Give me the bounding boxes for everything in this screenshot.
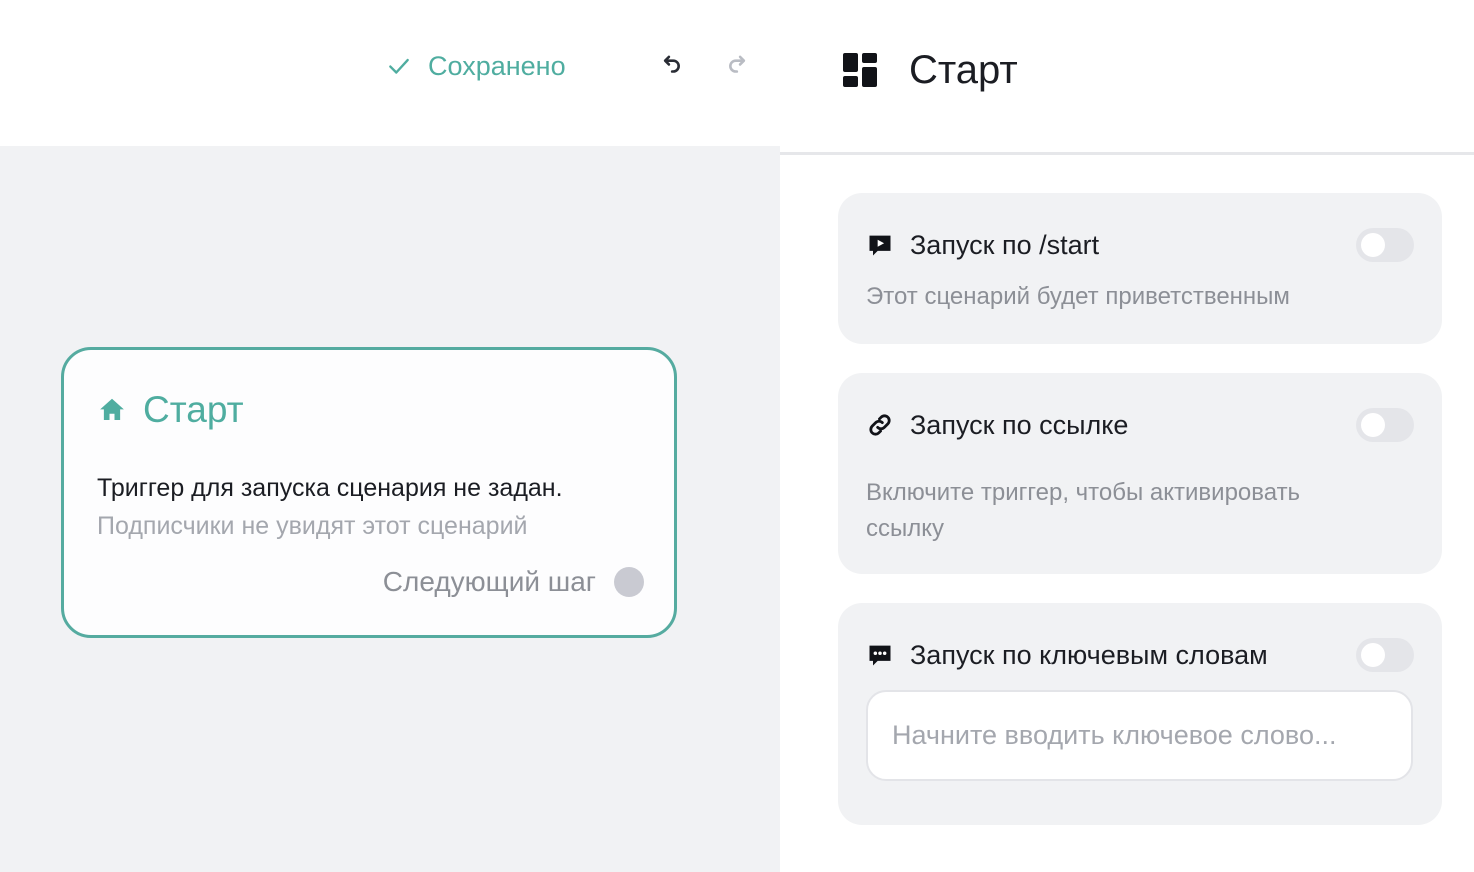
panel-title: Старт <box>909 48 1018 92</box>
trigger-label: Запуск по ссылке <box>910 410 1129 440</box>
scenario-canvas[interactable]: Сохранено Старт Триггер для запуска сцен… <box>0 0 780 872</box>
trigger-card-keywords: Запуск по ключевым словам <box>838 603 1442 825</box>
dashboard-icon <box>843 53 877 87</box>
toggle-knob <box>1361 643 1385 667</box>
redo-icon <box>729 55 746 73</box>
keyword-input[interactable] <box>866 690 1413 781</box>
trigger-link-toggle[interactable] <box>1356 408 1414 442</box>
save-status-label: Сохранено <box>428 50 566 81</box>
next-step-port[interactable] <box>614 567 644 597</box>
start-node-subtitle: Подписчики не увидят этот сценарий <box>97 512 528 540</box>
trigger-description: Этот сценарий будет приветственным <box>866 283 1290 310</box>
save-status: Сохранено <box>386 46 566 86</box>
trigger-label: Запуск по /start <box>910 230 1100 260</box>
chat-dots-icon <box>869 645 891 666</box>
trigger-label: Запуск по ключевым словам <box>910 640 1268 670</box>
link-icon <box>869 414 891 436</box>
trigger-description: Включите триггер, чтобы активировать ссы… <box>866 479 1301 542</box>
editor-toolbar: Сохранено <box>0 0 780 146</box>
trigger-card-header: Запуск по /start <box>866 225 1414 265</box>
toggle-knob <box>1361 233 1385 257</box>
trigger-card-link: Запуск по ссылке Включите триггер, чтобы… <box>838 373 1442 574</box>
start-node[interactable]: Старт Триггер для запуска сценария не за… <box>61 347 677 638</box>
start-node-trigger-text: Триггер для запуска сценария не задан. <box>97 474 563 502</box>
toggle-knob <box>1361 413 1385 437</box>
trigger-card-start: Запуск по /start Этот сценарий будет при… <box>838 193 1442 344</box>
home-icon <box>100 398 124 420</box>
start-node-title: Старт <box>143 389 244 430</box>
trigger-keywords-toggle[interactable] <box>1356 638 1414 672</box>
trigger-card-header: Запуск по ключевым словам <box>866 635 1414 675</box>
panel-header: Старт <box>780 0 1474 155</box>
next-step-connector[interactable]: Следующий шаг <box>383 564 644 600</box>
undo-button[interactable] <box>655 50 685 80</box>
redo-button[interactable] <box>724 50 754 80</box>
trigger-card-header: Запуск по ссылке <box>866 405 1414 445</box>
start-node-header: Старт <box>97 388 244 432</box>
play-message-icon <box>869 235 891 256</box>
app-root: Сохранено Старт Триггер для запуска сцен… <box>0 0 1474 872</box>
settings-panel: Старт Запуск по /start Этот сценарий буд… <box>780 0 1474 872</box>
check-icon <box>389 58 409 74</box>
trigger-start-toggle[interactable] <box>1356 228 1414 262</box>
undo-icon <box>663 55 680 73</box>
next-step-label: Следующий шаг <box>382 566 596 597</box>
